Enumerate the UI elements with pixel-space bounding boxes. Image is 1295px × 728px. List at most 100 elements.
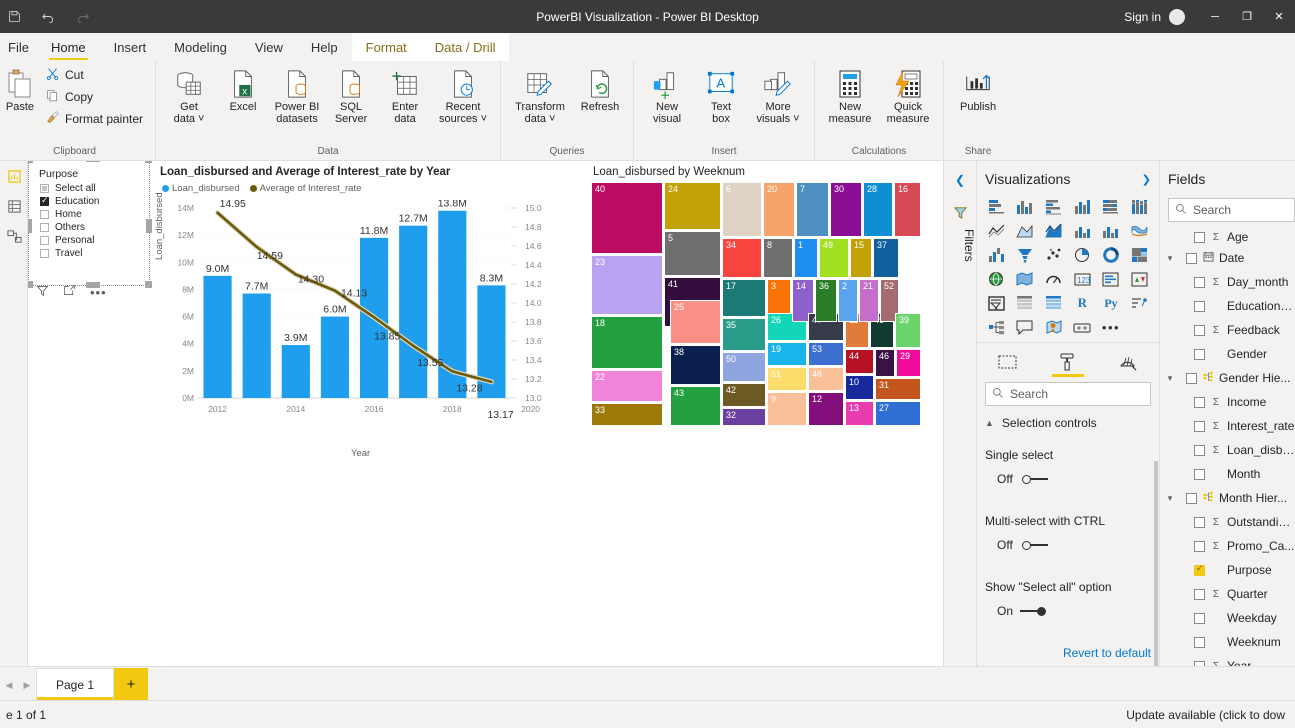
excel-button[interactable]: x Excel [216,64,270,113]
minimize-button[interactable]: ─ [1199,0,1231,33]
more-visuals-button[interactable]: More visuals ˅ [748,64,808,125]
treemap-visual[interactable]: Loan_disbursed by Weeknum 40 23 18 22 33 24 5 4… [591,166,921,432]
chevron-down-icon[interactable]: ▾ [1164,493,1176,504]
clustered-bar-chart-icon[interactable] [1040,196,1067,218]
bar-2015[interactable] [320,316,350,398]
treemap-tile-23[interactable]: 23 [591,255,663,315]
recent-sources-button[interactable]: Recent sources ˅ [432,64,494,125]
decomposition-tree-icon[interactable] [983,316,1010,338]
treemap-tile-8[interactable]: 8 [763,238,793,278]
ribbon-tab-view[interactable]: View [241,33,297,61]
chevron-right-icon[interactable]: ▶ [18,670,36,700]
resize-handle-e[interactable] [146,219,152,233]
purpose-slicer[interactable]: Purpose Select all Education Home Others Per… [34,164,144,274]
treemap-tile-5[interactable]: 5 [664,231,721,276]
filter-icon[interactable] [36,284,49,300]
field-checkbox[interactable] [1194,612,1205,624]
python-visual-icon[interactable]: Py [1098,292,1125,314]
field-checkbox[interactable] [1194,540,1205,552]
bar-2017[interactable] [399,225,428,398]
field-checkbox[interactable] [1186,372,1197,384]
hundred-stacked-column-icon[interactable] [1126,196,1153,218]
bar-2014[interactable] [281,345,310,398]
report-view-icon[interactable] [0,161,28,191]
treemap-tile-7[interactable]: 7 [796,182,829,237]
more-options-icon[interactable]: ••• [1098,316,1125,338]
ribbon-tab-home[interactable]: Home [37,33,100,61]
treemap-tile-19[interactable]: 19 [767,342,807,366]
chevron-left-icon[interactable]: ◀ [0,670,18,700]
table-icon[interactable] [1012,292,1039,314]
ribbon-tab-insert[interactable]: Insert [100,33,161,61]
field-checkbox[interactable] [1186,492,1197,504]
treemap-tile-48[interactable]: 48 [808,367,844,391]
resize-handle-sw[interactable] [28,281,33,288]
slicer-item-personal[interactable]: Personal [34,234,144,247]
treemap-tile-12[interactable]: 12 [808,392,844,426]
paste-button[interactable]: Paste [0,64,40,113]
field-checkbox[interactable] [1194,588,1205,600]
update-available-status[interactable]: Update available (click to dow [1126,708,1295,722]
treemap-tile-50[interactable]: 50 [722,352,766,382]
text-box-button[interactable]: A Text box [694,64,748,125]
treemap-tile-24[interactable]: 24 [664,182,721,230]
treemap-tile-43[interactable]: 43 [670,386,721,426]
copy-button[interactable]: Copy [40,86,149,108]
field-row-income[interactable]: Σ Income [1160,390,1295,414]
treemap-tile-2[interactable]: 2 [838,279,858,322]
treemap-tile-53[interactable]: 53 [808,342,844,366]
new-measure-button[interactable]: New measure [821,64,879,125]
paginated-report-icon[interactable] [1069,316,1096,338]
undo-icon[interactable] [38,7,58,27]
treemap-tile-28[interactable]: 28 [863,182,893,237]
field-checkbox[interactable] [1186,252,1197,264]
field-row-year[interactable]: Σ Year [1160,654,1295,666]
field-row-weekday[interactable]: Weekday [1160,606,1295,630]
treemap-tile-27[interactable]: 27 [875,401,921,426]
field-row-feedback[interactable]: Σ Feedback [1160,318,1295,342]
add-page-button[interactable]: + [114,668,148,700]
field-checkbox[interactable] [1194,444,1205,456]
area-chart-icon[interactable] [1012,220,1039,242]
treemap-tile-6[interactable]: 6 [722,182,762,237]
multi-row-card-icon[interactable] [1098,268,1125,290]
publish-button[interactable]: Publish [950,64,1006,113]
stacked-bar-chart-icon[interactable] [983,196,1010,218]
ribbon-tab-help[interactable]: Help [297,33,352,61]
line-stacked-column-icon[interactable] [1069,220,1096,242]
treemap-tile-16[interactable]: 16 [894,182,921,237]
treemap-tile-36[interactable]: 36 [815,279,837,322]
field-row-promo-ca[interactable]: Σ Promo_Ca... [1160,534,1295,558]
treemap-tile-20[interactable]: 20 [763,182,795,237]
bar-2012[interactable] [203,275,232,398]
chevron-down-icon[interactable]: ▾ [1164,373,1176,384]
cut-button[interactable]: Cut [40,64,149,86]
save-icon[interactable] [4,7,24,27]
ribbon-tab-modeling[interactable]: Modeling [160,33,241,61]
treemap-tile-32[interactable]: 32 [722,408,766,426]
toggle-switch[interactable] [1020,605,1048,617]
chevron-down-icon[interactable]: ▾ [1164,253,1176,264]
fields-search-input[interactable]: Search [1168,198,1295,222]
treemap-tile-49[interactable]: 49 [819,238,849,278]
slicer-item-education[interactable]: Education [34,195,144,208]
powerbi-datasets-button[interactable]: Power BI datasets [270,64,324,125]
legend-item-1[interactable]: Average of Interest_rate [249,183,361,194]
slicer-item-travel[interactable]: Travel [34,247,144,260]
field-checkbox[interactable] [1194,468,1205,480]
treemap-tile-30[interactable]: 30 [830,182,862,237]
new-visual-button[interactable]: New visual [640,64,694,125]
format-painter-button[interactable]: Format painter [40,108,149,130]
field-row-day-month[interactable]: Σ Day_month [1160,270,1295,294]
resize-handle-ne[interactable] [145,161,152,163]
sql-server-button[interactable]: SQL Server [324,64,378,125]
treemap-tile-44[interactable]: 44 [845,349,874,374]
property-toggle-row[interactable]: Off [985,472,1151,486]
ribbon-tab-data-drill[interactable]: Data / Drill [420,33,510,61]
field-checkbox[interactable] [1194,300,1205,312]
treemap-tile-33[interactable]: 33 [591,403,663,426]
sign-in-button[interactable]: Sign in [1124,10,1161,24]
maximize-button[interactable]: ❐ [1231,0,1263,33]
selection-controls-section[interactable]: ▲ Selection controls [977,412,1159,438]
field-row-gender-hie[interactable]: ▾ Gender Hie... [1160,366,1295,390]
